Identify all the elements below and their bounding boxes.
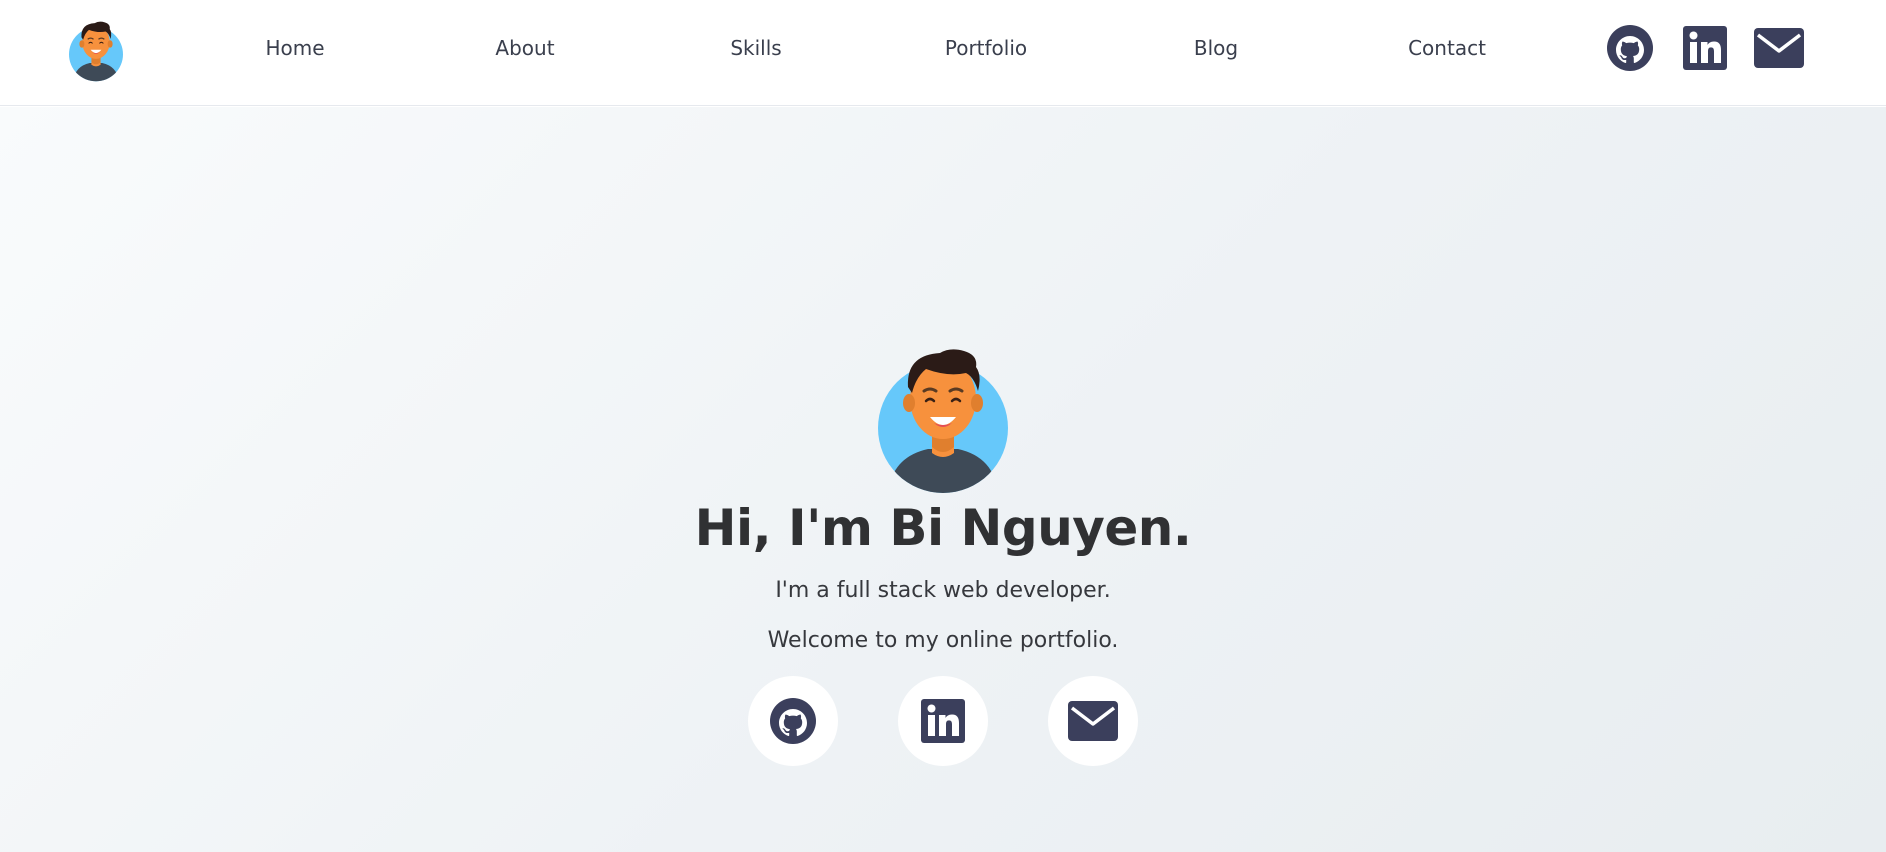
hero-section: Hi, I'm Bi Nguyen. I'm a full stack web … — [0, 107, 1886, 852]
hero-linkedin-button[interactable] — [898, 676, 988, 766]
linkedin-icon — [921, 699, 965, 743]
nav-mail-link[interactable] — [1754, 28, 1804, 72]
nav-link-blog[interactable]: Blog — [1194, 36, 1238, 60]
hero-subtitle: I'm a full stack web developer. — [775, 578, 1111, 603]
nav-link-about[interactable]: About — [495, 36, 554, 60]
nav-linkedin-link[interactable] — [1683, 26, 1727, 74]
nav-link-home[interactable]: Home — [265, 36, 324, 60]
mail-icon — [1068, 701, 1118, 741]
nav-menu: Home About Skills Portfolio Blog Contact — [0, 0, 1886, 100]
avatar-icon — [878, 349, 1008, 493]
mail-icon — [1754, 28, 1804, 68]
nav-link-skills[interactable]: Skills — [730, 36, 781, 60]
hero-title: Hi, I'm Bi Nguyen. — [694, 499, 1192, 557]
github-icon — [1607, 25, 1653, 71]
hero-welcome: Welcome to my online portfolio. — [767, 628, 1119, 653]
github-icon — [770, 698, 816, 744]
linkedin-icon — [1683, 26, 1727, 70]
nav-link-contact[interactable]: Contact — [1408, 36, 1486, 60]
navbar: Home About Skills Portfolio Blog Contact — [0, 0, 1886, 106]
hero-avatar — [878, 347, 1008, 493]
nav-link-portfolio[interactable]: Portfolio — [945, 36, 1027, 60]
hero-mail-button[interactable] — [1048, 676, 1138, 766]
hero-github-button[interactable] — [748, 676, 838, 766]
nav-github-link[interactable] — [1606, 24, 1654, 76]
